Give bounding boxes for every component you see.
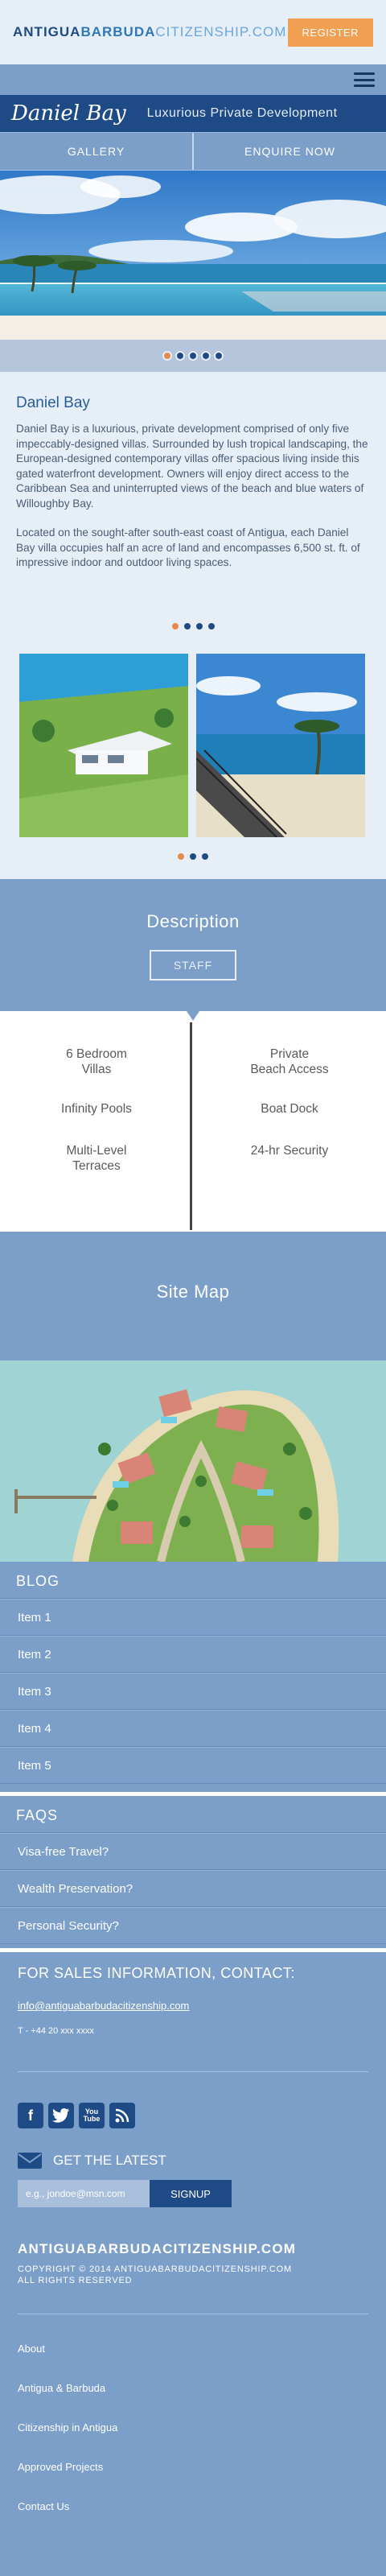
feature-item: Boat Dock (261, 1102, 318, 1116)
copyright-text: COPYRIGHT © 2014 ANTIGUABARBUDACITIZENSH… (18, 2264, 292, 2285)
section-pointer (187, 1011, 199, 1021)
twitter-icon[interactable] (48, 2103, 74, 2128)
faq-item[interactable]: Visa-free Travel? (0, 1833, 386, 1870)
gallery-carousel-dots-bottom (0, 852, 386, 861)
blog-item[interactable]: Item 5 (0, 1747, 386, 1784)
stairs-photo[interactable] (196, 654, 365, 837)
carousel-dot[interactable] (214, 351, 224, 361)
features-section: 6 Bedroom Villas Infinity Pools Multi-Le… (0, 1011, 386, 1232)
divider (18, 2071, 368, 2072)
logo-text-antigua: ANTIGUA (13, 24, 81, 39)
footer-link-about[interactable]: About (18, 2329, 368, 2368)
blog-item[interactable]: Item 1 (0, 1599, 386, 1636)
footer-site-name: ANTIGUABARBUDACITIZENSHIP.COM (18, 2241, 297, 2256)
footer-link-citizenship[interactable]: Citizenship in Antigua (18, 2408, 368, 2447)
carousel-dot[interactable] (188, 351, 198, 361)
feature-item: Private Beach Access (250, 1047, 329, 1076)
rss-icon[interactable] (109, 2103, 135, 2128)
carousel-dot[interactable] (201, 351, 211, 361)
newsletter-label: GET THE LATEST (53, 2153, 166, 2168)
carousel-dot[interactable] (200, 852, 210, 861)
project-title-bar: Daniel Bay Luxurious Private Development (0, 95, 386, 132)
project-subtitle: Luxurious Private Development (146, 106, 338, 120)
menu-bar (0, 64, 386, 95)
newsletter-email-input[interactable] (18, 2180, 150, 2207)
staff-button[interactable]: STAFF (149, 950, 237, 980)
youtube-icon[interactable]: You Tube (79, 2103, 105, 2128)
carousel-dot[interactable] (162, 351, 172, 361)
feature-item: 6 Bedroom Villas (66, 1047, 127, 1076)
faq-heading: FAQS (0, 1796, 386, 1833)
newsletter-heading: GET THE LATEST (18, 2153, 368, 2169)
blog-item[interactable]: Item 3 (0, 1673, 386, 1710)
gallery-carousel-dots-top (0, 621, 386, 631)
blog-heading: BLOG (0, 1562, 386, 1599)
contact-phone: T - +44 20 xxx xxxx (18, 2026, 94, 2036)
logo-text-barbuda: BARBUDA (80, 24, 156, 39)
blog-section: BLOG Item 1 Item 2 Item 3 Item 4 Item 5 (0, 1562, 386, 1792)
faq-section: FAQS Visa-free Travel? Wealth Preservati… (0, 1792, 386, 1948)
logo-text-citizenship: CITIZENSHIP.COM (155, 24, 287, 39)
villa-photo[interactable] (19, 654, 188, 837)
register-button[interactable]: REGISTER (287, 18, 373, 47)
carousel-dot[interactable] (206, 621, 216, 631)
contact-footer: FOR SALES INFORMATION, CONTACT: info@ant… (0, 1948, 386, 2576)
project-tabs: GALLERY ENQUIRE NOW (0, 132, 386, 171)
contact-email-link[interactable]: info@antiguabarbudacitizenship.com (18, 2000, 368, 2012)
carousel-dot[interactable] (194, 621, 204, 631)
hero-carousel-dots (0, 340, 386, 372)
blog-item[interactable]: Item 4 (0, 1710, 386, 1747)
facebook-icon[interactable]: f (18, 2103, 43, 2128)
intro-paragraph-1: Daniel Bay is a luxurious, private devel… (16, 423, 368, 510)
description-heading: Description (146, 911, 240, 931)
faq-item[interactable]: Personal Security? (0, 1907, 386, 1944)
faq-item[interactable]: Wealth Preservation? (0, 1870, 386, 1907)
social-links: f You Tube (18, 2103, 368, 2128)
intro-section: Daniel Bay Daniel Bay is a luxurious, pr… (0, 372, 386, 879)
footer-link-approved-projects[interactable]: Approved Projects (18, 2447, 368, 2487)
intro-paragraph-2: Located on the sought-after south-east c… (16, 526, 360, 568)
tab-enquire-now[interactable]: ENQUIRE NOW (192, 133, 386, 170)
sitemap-image[interactable] (0, 1360, 386, 1562)
photo-gallery (19, 654, 365, 837)
footer-link-antigua-barbuda[interactable]: Antigua & Barbuda (18, 2368, 368, 2408)
site-logo[interactable]: ANTIGUABARBUDACITIZENSHIP.COM (13, 24, 286, 40)
footer-link-contact-us[interactable]: Contact Us (18, 2487, 368, 2526)
intro-heading: Daniel Bay (16, 394, 90, 411)
contact-heading: FOR SALES INFORMATION, CONTACT: (18, 1965, 295, 1981)
carousel-dot[interactable] (176, 852, 186, 861)
hamburger-menu-icon[interactable] (354, 72, 375, 87)
feature-item: 24-hr Security (250, 1144, 329, 1158)
envelope-icon (18, 2153, 42, 2169)
feature-item: Infinity Pools (61, 1102, 132, 1116)
carousel-dot[interactable] (170, 621, 180, 631)
carousel-dot[interactable] (182, 621, 192, 631)
description-section: Description STAFF (0, 879, 386, 1021)
newsletter-form: SIGNUP (18, 2180, 368, 2207)
hero-image (0, 171, 386, 340)
signup-button[interactable]: SIGNUP (150, 2180, 232, 2207)
top-header: ANTIGUABARBUDACITIZENSHIP.COM REGISTER (0, 0, 386, 64)
feature-item: Multi-Level Terraces (66, 1144, 127, 1173)
blog-item[interactable]: Item 2 (0, 1636, 386, 1673)
carousel-dot[interactable] (175, 351, 185, 361)
sitemap-section: Site Map (0, 1232, 386, 1360)
project-name: Daniel Bay (11, 101, 126, 126)
tab-gallery[interactable]: GALLERY (0, 133, 192, 170)
feature-divider (190, 1022, 192, 1230)
footer-links: About Antigua & Barbuda Citizenship in A… (18, 2329, 368, 2526)
sitemap-heading: Site Map (156, 1282, 230, 1302)
carousel-dot[interactable] (188, 852, 198, 861)
